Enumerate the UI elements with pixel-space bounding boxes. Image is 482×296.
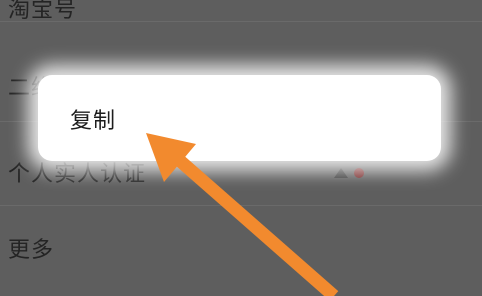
list-item-label: 更多 [8,238,55,263]
copy-menu-item[interactable]: 复制 [70,103,116,135]
context-menu: 复制 [38,75,441,161]
list-item-label: 淘宝号 [8,0,78,23]
list-item-more[interactable]: 更多 [0,206,482,296]
list-item-taobao-id[interactable]: 淘宝号 [0,0,482,23]
alert-dot-icon [354,168,364,178]
